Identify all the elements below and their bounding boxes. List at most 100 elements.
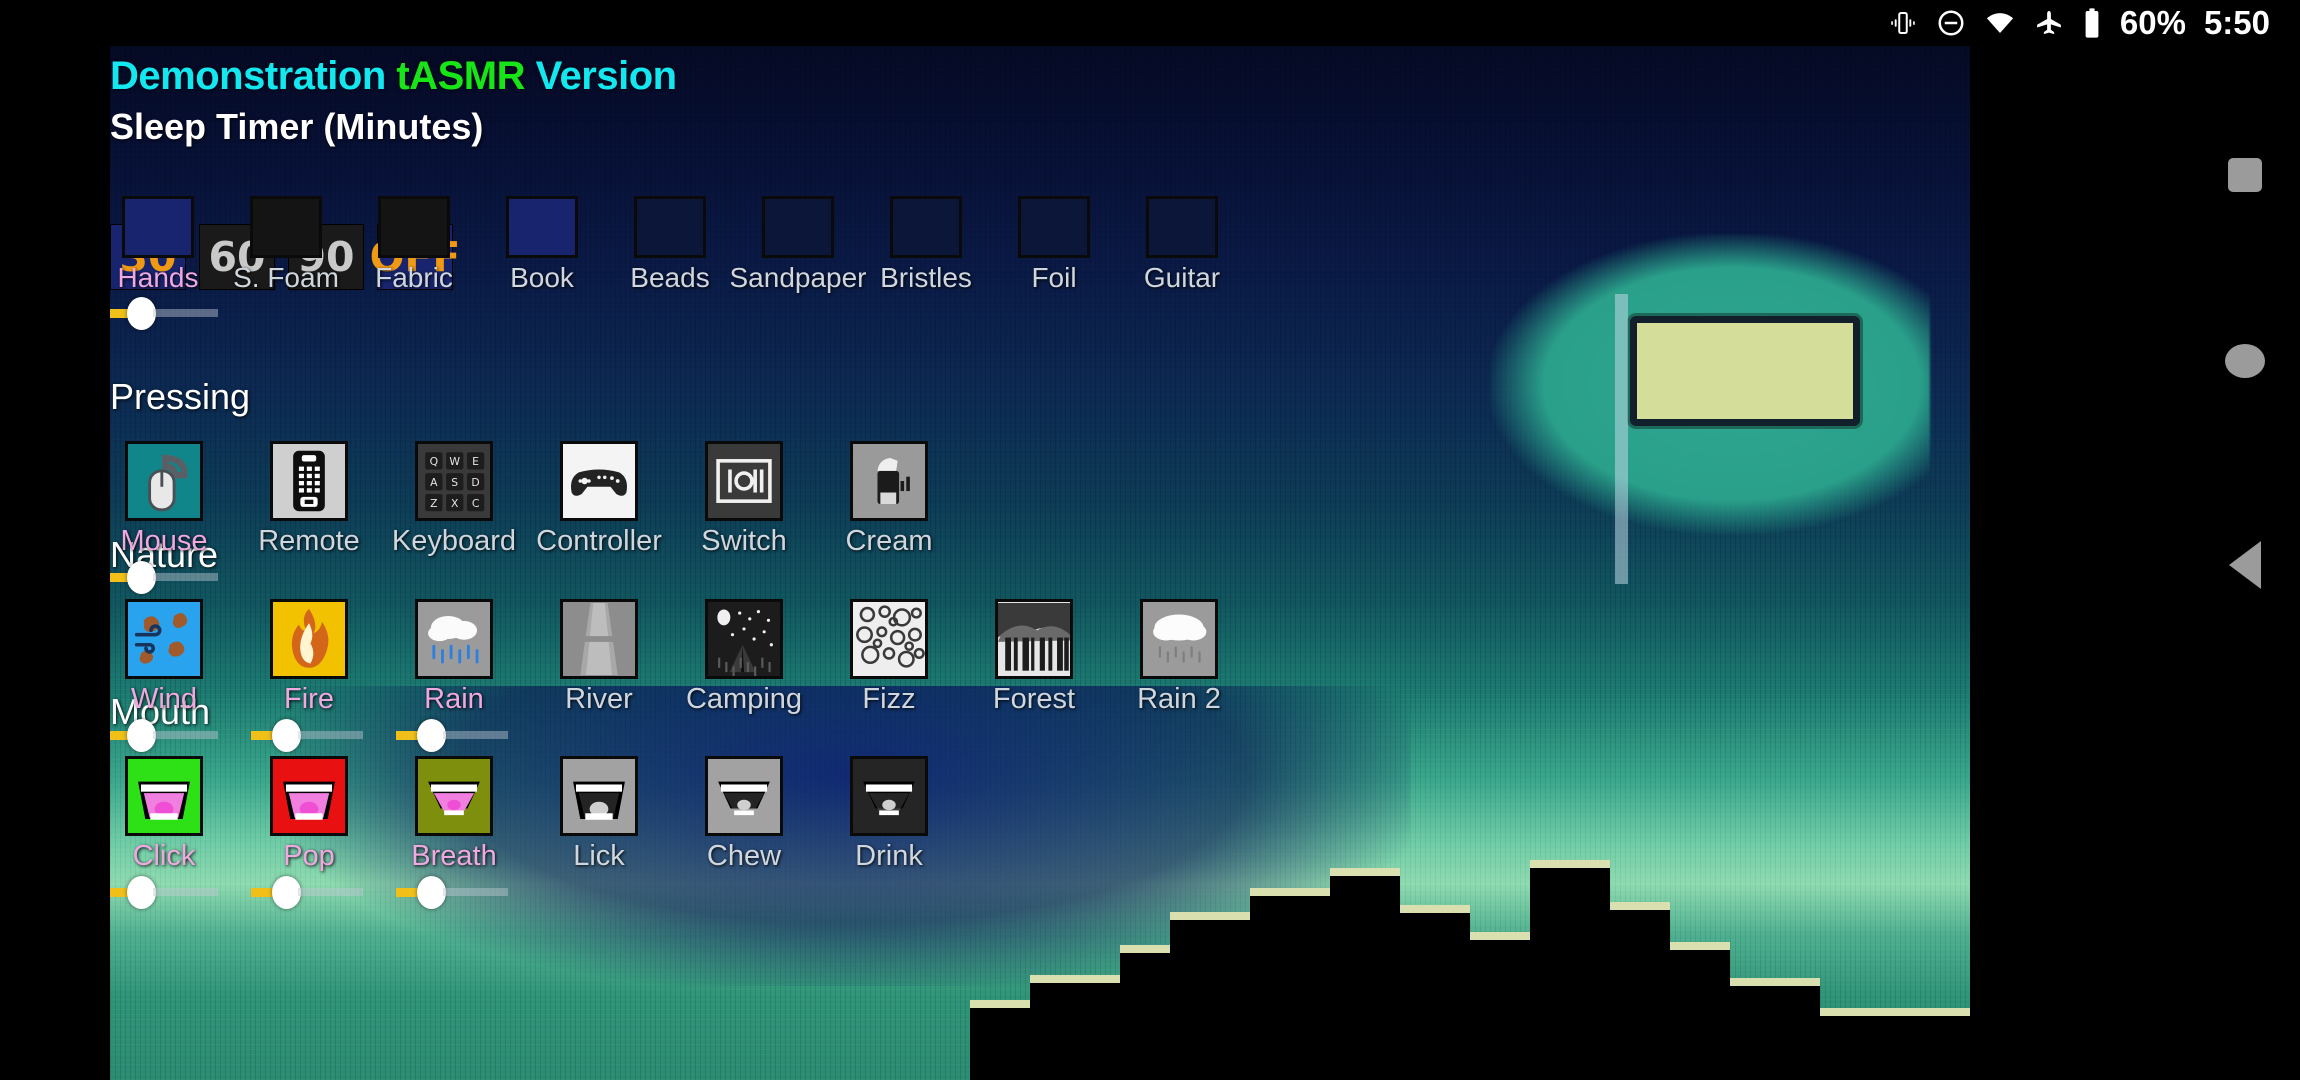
breath-mouth-icon[interactable] xyxy=(415,756,493,836)
slider-track[interactable] xyxy=(153,731,218,739)
remote-icon[interactable] xyxy=(270,441,348,521)
svg-text:C: C xyxy=(472,497,480,510)
slider-track[interactable] xyxy=(443,731,508,739)
status-bar: 60% 5:50 xyxy=(0,0,2300,46)
svg-text:Z: Z xyxy=(430,497,437,510)
hands-icon[interactable] xyxy=(122,196,194,258)
sound-item-drink[interactable]: Drink xyxy=(835,756,943,873)
sound-item-fizz[interactable]: Fizz xyxy=(835,599,943,716)
bristles-icon[interactable] xyxy=(890,196,962,258)
sound-item-book[interactable]: Book xyxy=(494,196,590,294)
volume-slider[interactable] xyxy=(396,718,508,752)
rain2-icon[interactable] xyxy=(1140,599,1218,679)
slider-thumb[interactable] xyxy=(272,718,301,752)
volume-slider[interactable] xyxy=(110,296,218,330)
slider-thumb[interactable] xyxy=(127,875,156,909)
click-mouth-icon[interactable] xyxy=(125,756,203,836)
sound-item-label: Controller xyxy=(536,525,662,557)
volume-slider[interactable] xyxy=(251,875,363,909)
cream-icon[interactable] xyxy=(850,441,928,521)
slider-track[interactable] xyxy=(298,731,363,739)
lick-mouth-icon[interactable] xyxy=(560,756,638,836)
foil-icon[interactable] xyxy=(1018,196,1090,258)
sound-item-s-foam[interactable]: S. Foam xyxy=(233,196,339,294)
sound-item-click[interactable]: Click xyxy=(110,756,218,909)
sound-item-label: Camping xyxy=(685,683,803,715)
svg-text:E: E xyxy=(472,455,479,468)
book-icon[interactable] xyxy=(506,196,578,258)
slider-thumb[interactable] xyxy=(272,875,301,909)
sound-item-label: Drink xyxy=(855,840,923,872)
slider-thumb[interactable] xyxy=(417,718,446,752)
foam-icon[interactable] xyxy=(250,196,322,258)
home-button[interactable] xyxy=(2225,344,2265,378)
sound-item-guitar[interactable]: Guitar xyxy=(1134,196,1230,294)
sound-item-river[interactable]: River xyxy=(545,599,653,716)
sound-item-foil[interactable]: Foil xyxy=(1006,196,1102,294)
sound-item-sandpaper[interactable]: Sandpaper xyxy=(730,196,867,294)
camping-icon[interactable] xyxy=(705,599,783,679)
guitar-icon[interactable] xyxy=(1146,196,1218,258)
sound-item-camping[interactable]: Camping xyxy=(686,599,802,716)
sound-item-breath[interactable]: Breath xyxy=(396,756,508,909)
fire-icon[interactable] xyxy=(270,599,348,679)
volume-slider[interactable] xyxy=(110,718,218,752)
sound-item-label: Switch xyxy=(701,525,787,557)
rain-icon[interactable] xyxy=(415,599,493,679)
sound-item-rain[interactable]: Rain xyxy=(396,599,508,752)
river-icon[interactable] xyxy=(560,599,638,679)
sound-item-beads[interactable]: Beads xyxy=(622,196,718,294)
sound-item-fabric[interactable]: Fabric xyxy=(366,196,462,294)
sound-item-pop[interactable]: Pop xyxy=(251,756,363,909)
slider-track[interactable] xyxy=(153,309,218,317)
sleep-timer-heading: Sleep Timer (Minutes) xyxy=(110,106,484,147)
recents-button[interactable] xyxy=(2228,158,2262,192)
slider-track[interactable] xyxy=(443,888,508,896)
wind-icon[interactable] xyxy=(125,599,203,679)
slider-track[interactable] xyxy=(153,888,218,896)
drink-mouth-icon[interactable] xyxy=(850,756,928,836)
sound-item-switch[interactable]: Switch xyxy=(690,441,798,558)
forest-icon[interactable] xyxy=(995,599,1073,679)
volume-slider[interactable] xyxy=(110,560,218,594)
switch-icon[interactable] xyxy=(705,441,783,521)
slider-thumb[interactable] xyxy=(127,560,156,594)
slider-track[interactable] xyxy=(298,888,363,896)
sound-item-mouse[interactable]: Mouse xyxy=(110,441,218,594)
back-button[interactable] xyxy=(2229,541,2261,589)
sound-row-pressing: Mouse Remote Q W E A S D Z X C Keyboard … xyxy=(110,441,943,594)
sound-item-lick[interactable]: Lick xyxy=(545,756,653,873)
controller-icon[interactable] xyxy=(560,441,638,521)
sound-item-hands[interactable]: Hands xyxy=(110,196,218,330)
sound-item-label: Fabric xyxy=(375,262,453,293)
sound-item-label: Fire xyxy=(284,683,334,715)
sound-item-bristles[interactable]: Bristles xyxy=(878,196,974,294)
volume-slider[interactable] xyxy=(396,875,508,909)
slider-track[interactable] xyxy=(153,573,218,581)
sound-item-forest[interactable]: Forest xyxy=(980,599,1088,716)
sound-item-remote[interactable]: Remote xyxy=(255,441,363,558)
slider-thumb[interactable] xyxy=(127,718,156,752)
sound-item-rain-2[interactable]: Rain 2 xyxy=(1125,599,1233,716)
chew-mouth-icon[interactable] xyxy=(705,756,783,836)
title-part-version: Version xyxy=(524,54,678,98)
sound-item-keyboard[interactable]: Q W E A S D Z X C Keyboard xyxy=(392,441,516,558)
sound-item-controller[interactable]: Controller xyxy=(536,441,662,558)
sound-item-chew[interactable]: Chew xyxy=(690,756,798,873)
beads-icon[interactable] xyxy=(634,196,706,258)
volume-slider[interactable] xyxy=(251,718,363,752)
fizz-icon[interactable] xyxy=(850,599,928,679)
slider-thumb[interactable] xyxy=(417,875,446,909)
sound-item-cream[interactable]: Cream xyxy=(835,441,943,558)
slider-thumb[interactable] xyxy=(127,296,156,330)
mouse-icon[interactable] xyxy=(125,441,203,521)
sound-item-wind[interactable]: Wind xyxy=(110,599,218,752)
pop-mouth-icon[interactable] xyxy=(270,756,348,836)
sound-item-fire[interactable]: Fire xyxy=(251,599,363,752)
fabric-icon[interactable] xyxy=(378,196,450,258)
volume-slider[interactable] xyxy=(110,875,218,909)
sandpaper-icon[interactable] xyxy=(762,196,834,258)
keyboard-icon[interactable]: Q W E A S D Z X C xyxy=(415,441,493,521)
battery-percent: 60% xyxy=(2119,4,2186,41)
phone-screen: 60% 5:50 Demonstration tASMR Version Sle… xyxy=(0,0,2300,1080)
